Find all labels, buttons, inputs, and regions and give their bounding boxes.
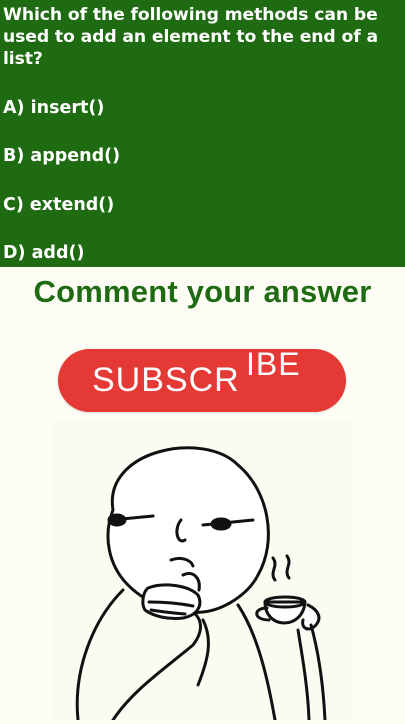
meme-drawing bbox=[75, 446, 327, 722]
option-b[interactable]: B) append() bbox=[3, 145, 120, 167]
subscribe-label-main: SUBSCR bbox=[92, 361, 240, 399]
quiz-question: Which of the following methods can be us… bbox=[3, 5, 378, 69]
thinking-meme-face-with-tea-icon bbox=[53, 420, 353, 722]
quiz-panel: Which of the following methods can be us… bbox=[0, 0, 405, 267]
subscribe-label-tail: IBE bbox=[246, 346, 301, 382]
option-d[interactable]: D) add() bbox=[3, 242, 84, 264]
option-a[interactable]: A) insert() bbox=[3, 97, 104, 119]
option-c[interactable]: C) extend() bbox=[3, 194, 114, 216]
comment-prompt: Comment your answer bbox=[33, 274, 372, 309]
